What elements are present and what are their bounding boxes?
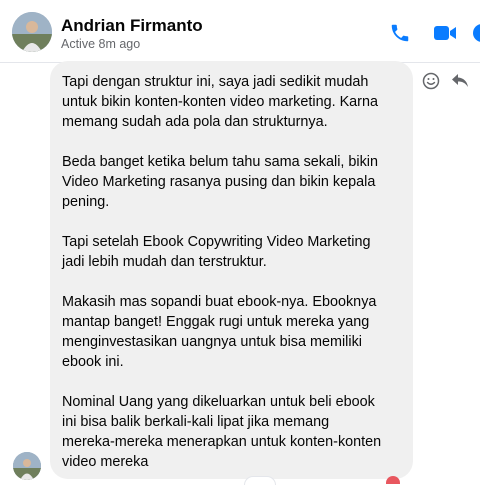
sender-avatar[interactable] <box>13 452 41 480</box>
scroll-button[interactable] <box>244 476 276 485</box>
active-status: Active 8m ago <box>61 37 141 51</box>
phone-icon[interactable] <box>389 22 411 49</box>
chat-header: Andrian Firmanto Active 8m ago <box>0 0 480 63</box>
info-icon[interactable] <box>471 22 480 49</box>
contact-name[interactable]: Andrian Firmanto <box>61 16 203 36</box>
heart-reaction-icon <box>386 476 400 484</box>
reply-icon[interactable] <box>451 73 469 94</box>
video-call-icon[interactable] <box>433 22 457 49</box>
message-text: Tapi dengan struktur ini, saya jadi sedi… <box>62 74 382 470</box>
contact-avatar[interactable] <box>12 12 52 52</box>
react-icon[interactable] <box>422 72 440 95</box>
